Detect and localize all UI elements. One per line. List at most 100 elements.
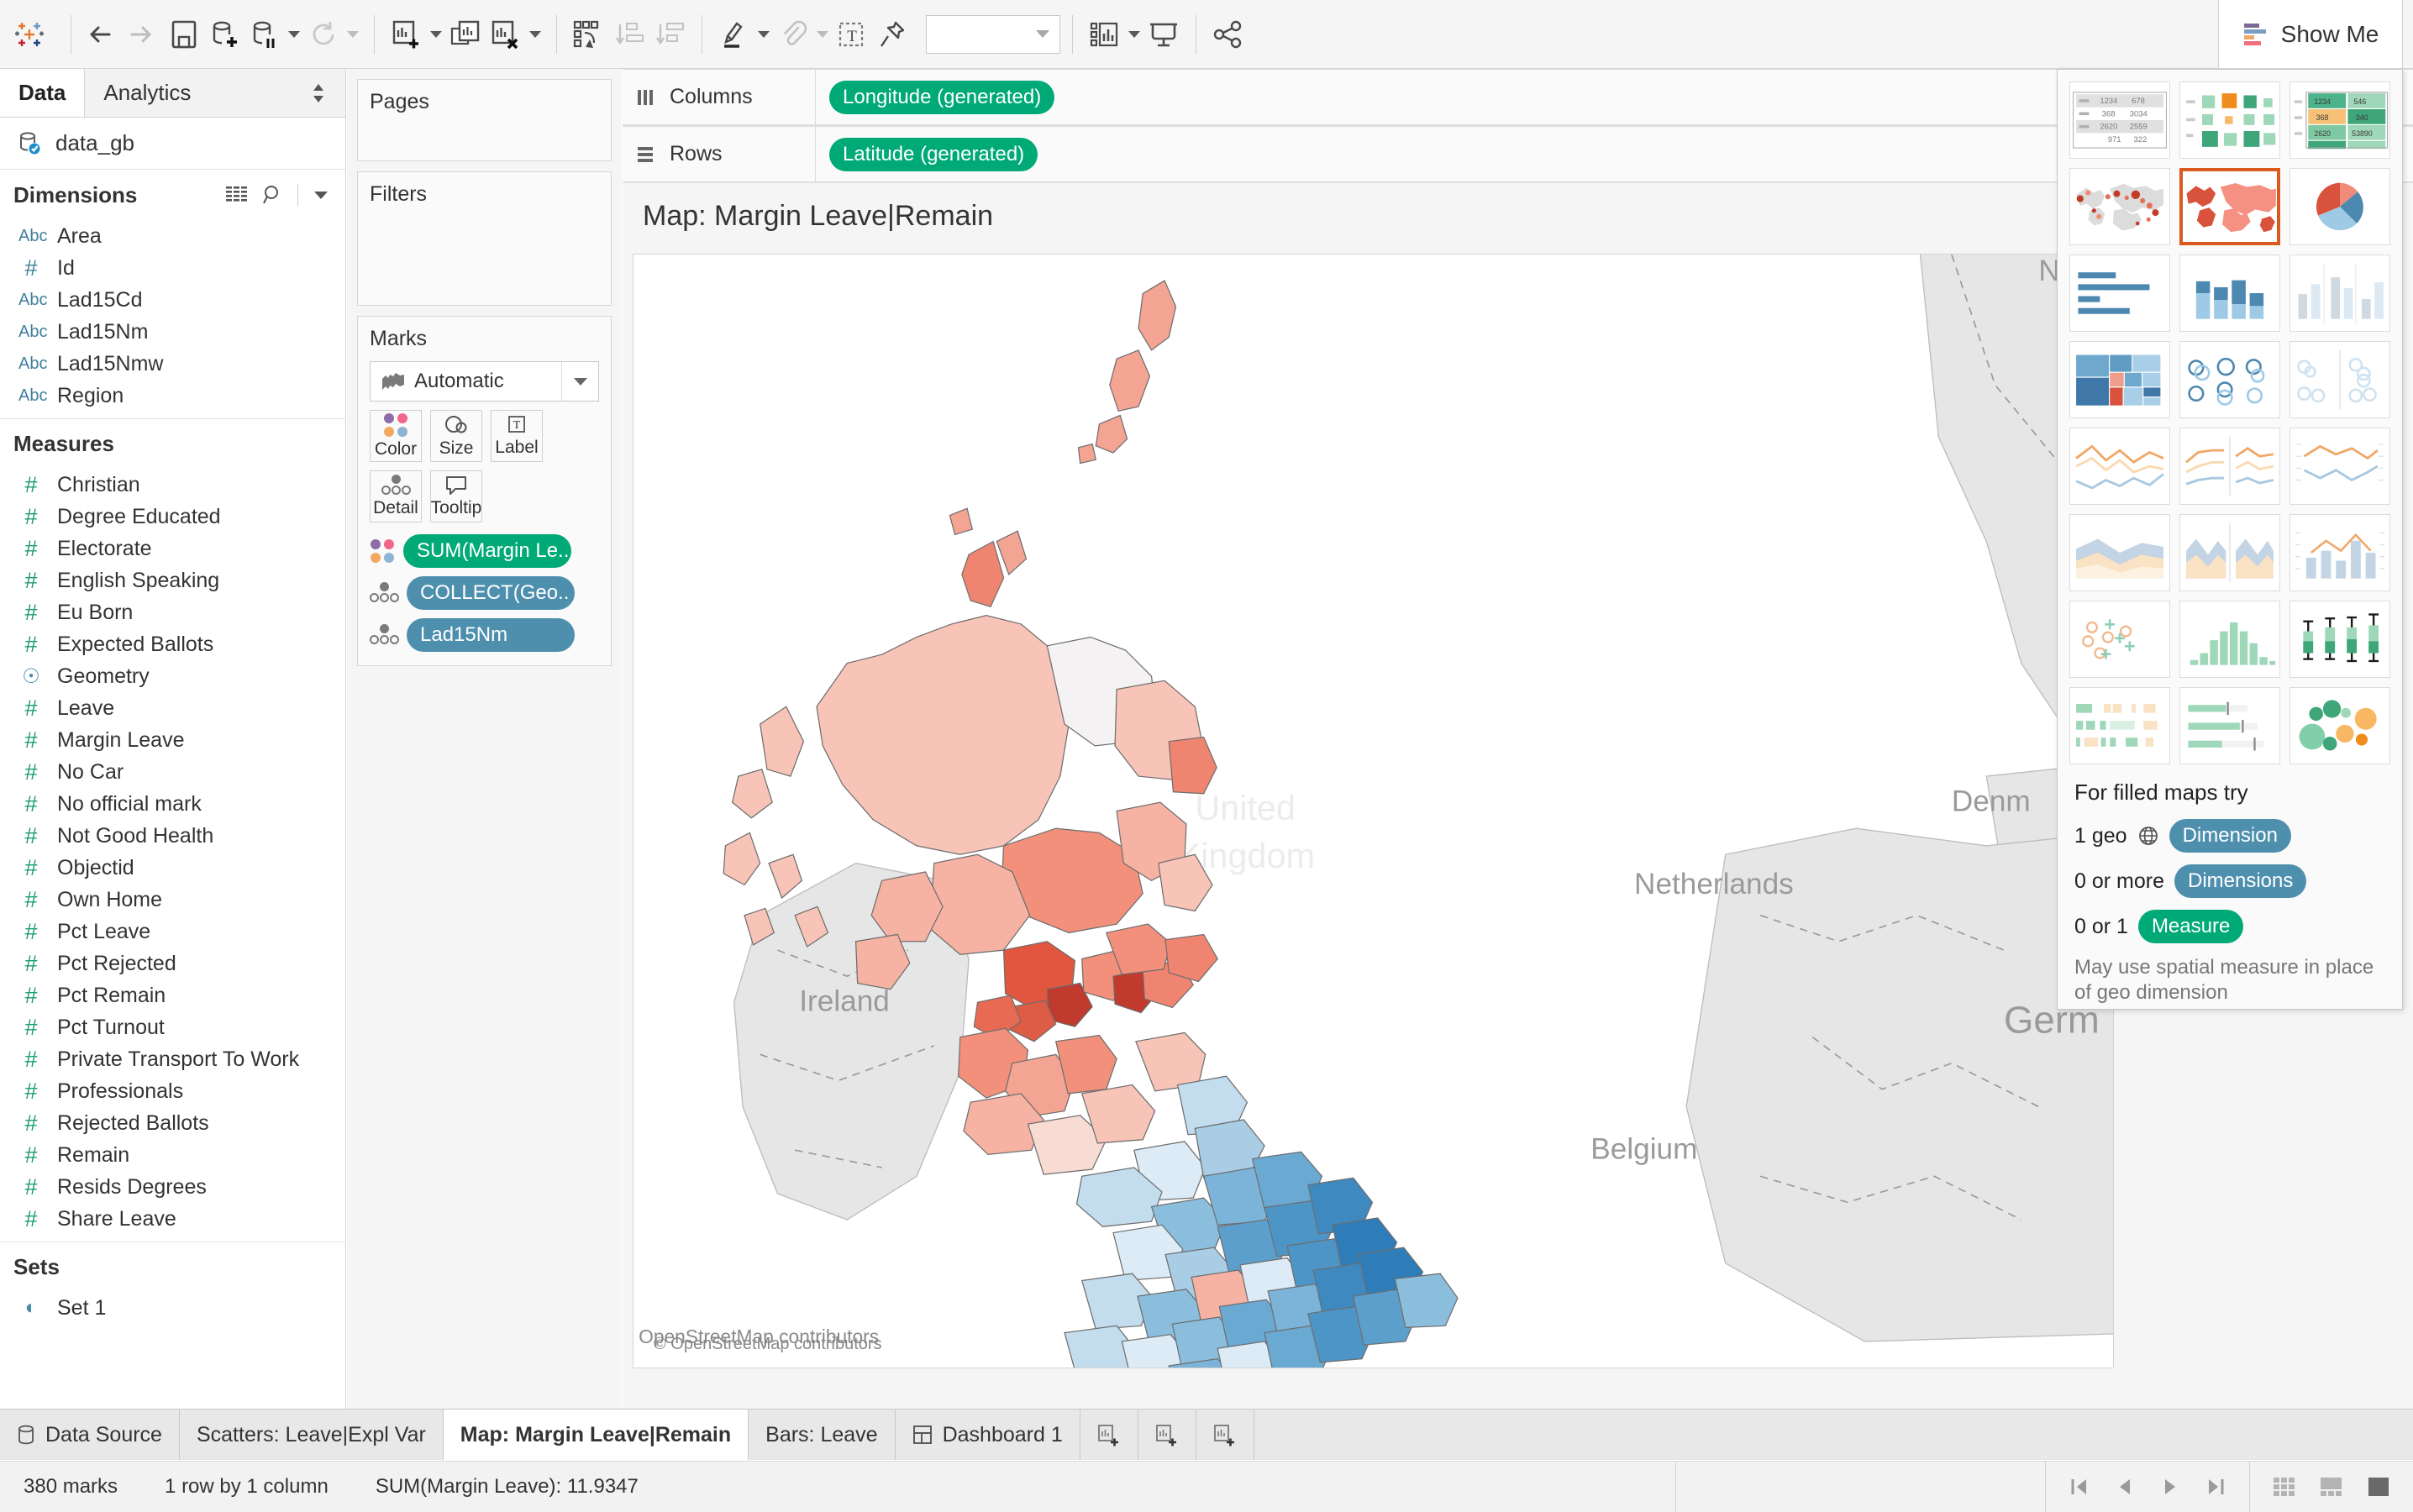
show-me-box-and-whisker[interactable]: [2289, 601, 2390, 678]
show-me-gantt-chart[interactable]: [2069, 687, 2170, 764]
worksheet-tab-bars-leave[interactable]: Bars: Leave: [749, 1410, 896, 1460]
show-me-packed-bubbles[interactable]: [2289, 687, 2390, 764]
measure-field-no-car[interactable]: # No Car: [0, 756, 345, 788]
show-me-symbol-map[interactable]: [2069, 168, 2170, 245]
sort-descending-button[interactable]: [649, 14, 690, 55]
paperclip-icon[interactable]: [773, 14, 813, 55]
pause-dropdown-caret[interactable]: [285, 14, 303, 55]
tableau-logo-icon[interactable]: [0, 18, 59, 51]
measure-field-pct-rejected[interactable]: # Pct Rejected: [0, 948, 345, 979]
cards-caret[interactable]: [1125, 14, 1143, 55]
pill-latitude[interactable]: Latitude (generated): [829, 137, 1038, 171]
data-source-item[interactable]: data_gb: [0, 118, 345, 170]
measure-field-remain[interactable]: # Remain: [0, 1139, 345, 1171]
show-me-bullet-graph[interactable]: [2179, 687, 2280, 764]
measure-field-professionals[interactable]: # Professionals: [0, 1075, 345, 1107]
clear-sheet-caret[interactable]: [526, 14, 544, 55]
refresh-button[interactable]: [303, 14, 344, 55]
show-me-horizontal-bars[interactable]: [2069, 255, 2170, 332]
prev-page-icon[interactable]: [2113, 1475, 2137, 1499]
measure-field-pct-leave[interactable]: # Pct Leave: [0, 916, 345, 948]
dimension-field-lad15nm[interactable]: Abc Lad15Nm: [0, 316, 345, 348]
back-button[interactable]: [83, 14, 124, 55]
show-me-side-by-side-circles[interactable]: [2289, 341, 2390, 418]
grid-view-icon[interactable]: [225, 185, 249, 205]
forward-button[interactable]: [124, 14, 164, 55]
measure-field-own-home[interactable]: # Own Home: [0, 884, 345, 916]
show-me-stacked-bars[interactable]: [2179, 255, 2280, 332]
measure-field-leave[interactable]: # Leave: [0, 692, 345, 724]
show-me-highlight-table[interactable]: 1234 546 368 340 2620 53890: [2289, 81, 2390, 159]
first-page-icon[interactable]: [2068, 1475, 2091, 1499]
show-me-heat-map[interactable]: [2179, 81, 2280, 159]
tab-data[interactable]: Data: [0, 69, 86, 117]
layout-view-icon[interactable]: [2319, 1475, 2344, 1499]
marks-label-button[interactable]: T Label: [491, 410, 543, 462]
show-me-filled-map[interactable]: [2179, 168, 2280, 245]
marks-tooltip-button[interactable]: Tooltip: [430, 470, 482, 522]
highlight-caret[interactable]: [754, 14, 773, 55]
map-canvas[interactable]: Nor Denm Ireland Netherlands Belgium Ger…: [633, 254, 2114, 1368]
text-box-icon[interactable]: T: [832, 14, 872, 55]
measure-field-rejected-ballots[interactable]: # Rejected Ballots: [0, 1107, 345, 1139]
clear-sheet-button[interactable]: [486, 14, 526, 55]
show-me-text-table[interactable]: 1234 678 368 3034 2620 2559 971 322: [2069, 81, 2170, 159]
pin-icon[interactable]: [872, 14, 912, 55]
dimension-field-id[interactable]: # Id: [0, 252, 345, 284]
updown-arrows-icon[interactable]: [310, 81, 327, 106]
dimension-field-lad15cd[interactable]: Abc Lad15Cd: [0, 284, 345, 316]
measure-field-resids-degrees[interactable]: # Resids Degrees: [0, 1171, 345, 1203]
grid-view-icon[interactable]: [2272, 1475, 2297, 1499]
worksheet-tab-dashboard-1[interactable]: Dashboard 1: [895, 1410, 1080, 1460]
cards-icon[interactable]: [1085, 14, 1125, 55]
measure-field-christian[interactable]: # Christian: [0, 469, 345, 501]
fit-dropdown[interactable]: [926, 14, 1060, 54]
measure-field-margin-leave[interactable]: # Margin Leave: [0, 724, 345, 756]
new-data-source-button[interactable]: [204, 14, 244, 55]
refresh-dropdown-caret[interactable]: [344, 14, 362, 55]
measure-field-not-good-health[interactable]: # Not Good Health: [0, 820, 345, 852]
last-page-icon[interactable]: [2204, 1475, 2227, 1499]
choropleth-map[interactable]: Nor Denm Ireland Netherlands Belgium Ger…: [633, 255, 2113, 1368]
measure-field-geometry[interactable]: ☉ Geometry: [0, 660, 345, 692]
show-me-lines-continuous[interactable]: [2069, 428, 2170, 505]
highlighter-icon[interactable]: [714, 14, 754, 55]
measure-field-pct-turnout[interactable]: # Pct Turnout: [0, 1011, 345, 1043]
mark-type-selector[interactable]: Automatic: [370, 361, 599, 402]
measure-field-expected-ballots[interactable]: # Expected Ballots: [0, 628, 345, 660]
sort-ascending-button[interactable]: [609, 14, 649, 55]
new-worksheet-tab[interactable]: [1080, 1410, 1138, 1460]
pages-card[interactable]: Pages: [357, 79, 612, 161]
marks-size-button[interactable]: Size: [430, 410, 482, 462]
marks-color-button[interactable]: Color: [370, 410, 422, 462]
tab-analytics[interactable]: Analytics: [85, 69, 345, 117]
worksheet-tab-scatters-leave-expl-var[interactable]: Scatters: Leave|Expl Var: [179, 1410, 444, 1460]
next-page-icon[interactable]: [2158, 1475, 2182, 1499]
presentation-icon[interactable]: [1143, 14, 1184, 55]
share-icon[interactable]: [1208, 14, 1249, 55]
measure-field-degree-educated[interactable]: # Degree Educated: [0, 501, 345, 533]
single-view-icon[interactable]: [2366, 1475, 2391, 1499]
search-icon[interactable]: [262, 184, 284, 206]
show-me-scatter-plot[interactable]: [2069, 601, 2170, 678]
measure-field-private-transport-to-work[interactable]: # Private Transport To Work: [0, 1043, 345, 1075]
duplicate-sheet-button[interactable]: [445, 14, 486, 55]
measure-field-electorate[interactable]: # Electorate: [0, 533, 345, 564]
show-me-lines-discrete[interactable]: [2179, 428, 2280, 505]
attach-caret[interactable]: [813, 14, 832, 55]
marks-pill-1[interactable]: COLLECT(Geo..: [407, 576, 575, 610]
marks-pill-2[interactable]: Lad15Nm: [407, 618, 575, 652]
dimension-field-lad15nmw[interactable]: Abc Lad15Nmw: [0, 348, 345, 380]
measure-field-pct-remain[interactable]: # Pct Remain: [0, 979, 345, 1011]
new-story-tab[interactable]: [1196, 1410, 1254, 1460]
show-me-area-chart-discrete[interactable]: [2179, 514, 2280, 591]
filters-card[interactable]: Filters: [357, 171, 612, 306]
measure-field-english-speaking[interactable]: # English Speaking: [0, 564, 345, 596]
chevron-down-icon[interactable]: [312, 187, 330, 202]
worksheet-tab-map-margin-leave-remain[interactable]: Map: Margin Leave|Remain: [443, 1410, 749, 1460]
pill-longitude[interactable]: Longitude (generated): [829, 80, 1055, 114]
measure-field-share-leave[interactable]: # Share Leave: [0, 1203, 345, 1235]
show-me-tab[interactable]: Show Me: [2218, 0, 2403, 69]
worksheet-tab-data-source[interactable]: Data Source: [0, 1410, 180, 1460]
pause-auto-updates-button[interactable]: [244, 14, 285, 55]
